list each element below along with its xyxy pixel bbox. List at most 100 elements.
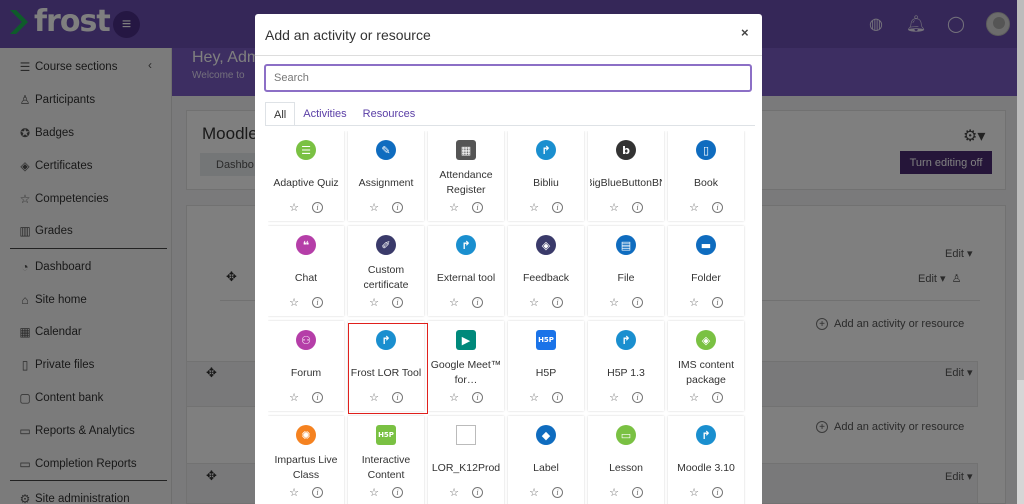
highlighted-tile-outline — [348, 323, 428, 414]
activity-tile[interactable]: ◈ IMS content package ☆ i — [668, 321, 744, 411]
info-icon[interactable]: i — [311, 392, 323, 403]
activity-name-text: LOR_K12Prod — [431, 461, 501, 474]
star-icon[interactable]: ☆ — [609, 296, 619, 309]
activity-tile[interactable]: ↱ External tool ☆ i — [428, 226, 504, 316]
activity-tile[interactable]: LOR_K12Prod ☆ i — [428, 416, 504, 504]
tile-actions: ☆ i — [508, 486, 584, 499]
star-icon[interactable]: ☆ — [449, 391, 459, 404]
info-icon[interactable]: i — [471, 392, 483, 403]
activity-name-text: Lesson — [609, 461, 643, 474]
star-icon[interactable]: ☆ — [289, 486, 299, 499]
activity-tile[interactable]: ☰ Adaptive Quiz ☆ i — [268, 131, 344, 221]
activity-tile[interactable]: ↱ Bibliu ☆ i — [508, 131, 584, 221]
modal-header-divider — [255, 55, 762, 56]
info-icon[interactable]: i — [631, 487, 643, 498]
star-icon[interactable]: ☆ — [689, 201, 699, 214]
activity-tile[interactable]: ✎ Assignment ☆ i — [348, 131, 424, 221]
info-icon[interactable]: i — [311, 297, 323, 308]
tab-activities[interactable]: Activities — [295, 102, 354, 126]
activity-tile[interactable]: b BigBlueButtonBN ☆ i — [588, 131, 664, 221]
tile-actions: ☆ i — [668, 296, 744, 309]
page-scrollbar[interactable] — [1017, 0, 1024, 504]
star-icon[interactable]: ☆ — [529, 486, 539, 499]
activity-name-text: File — [617, 271, 635, 284]
activity-tile[interactable]: ◈ Feedback ☆ i — [508, 226, 584, 316]
star-icon[interactable]: ☆ — [609, 201, 619, 214]
activity-tile[interactable]: ▤ File ☆ i — [588, 226, 664, 316]
external-icon: ↱ — [456, 235, 476, 255]
activity-tile[interactable]: ⚇ Forum ☆ i — [268, 321, 344, 411]
star-icon[interactable]: ☆ — [689, 391, 699, 404]
activity-tile[interactable]: H5P H5P ☆ i — [508, 321, 584, 411]
info-icon[interactable]: i — [711, 202, 723, 213]
scrollbar-thumb[interactable] — [1017, 0, 1024, 380]
star-icon[interactable]: ☆ — [689, 296, 699, 309]
feedback-icon: ◈ — [536, 235, 556, 255]
activity-name-text: Chat — [294, 271, 318, 284]
activity-tile[interactable]: ▬ Folder ☆ i — [668, 226, 744, 316]
activity-tile[interactable]: ▯ Book ☆ i — [668, 131, 744, 221]
activity-tile[interactable]: ▶ Google Meet™ for… ☆ i — [428, 321, 504, 411]
star-icon[interactable]: ☆ — [369, 296, 379, 309]
activity-name: BigBlueButtonBN — [590, 168, 662, 198]
info-icon[interactable]: i — [711, 297, 723, 308]
info-icon[interactable]: i — [311, 202, 323, 213]
info-icon[interactable]: i — [391, 202, 403, 213]
info-icon[interactable]: i — [631, 297, 643, 308]
close-icon[interactable]: × — [741, 25, 749, 40]
activity-tile[interactable]: ❝ Chat ☆ i — [268, 226, 344, 316]
info-icon[interactable]: i — [391, 487, 403, 498]
tile-actions: ☆ i — [428, 296, 504, 309]
info-icon[interactable]: i — [551, 487, 563, 498]
activity-tile[interactable]: ✐ Custom certificate ☆ i — [348, 226, 424, 316]
activity-tile[interactable]: ◆ Label ☆ i — [508, 416, 584, 504]
activity-tile[interactable]: H5P Interactive Content ☆ i — [348, 416, 424, 504]
star-icon[interactable]: ☆ — [289, 296, 299, 309]
list-icon: ☰ — [296, 140, 316, 160]
activity-tile[interactable]: ▦ Attendance Register ☆ i — [428, 131, 504, 221]
activity-tile[interactable]: ↱ Moodle 3.10 ☆ i — [668, 416, 744, 504]
star-icon[interactable]: ☆ — [529, 296, 539, 309]
info-icon[interactable]: i — [631, 392, 643, 403]
star-icon[interactable]: ☆ — [289, 391, 299, 404]
tab-all[interactable]: All — [265, 102, 296, 126]
bigbluebutton-icon: b — [616, 140, 636, 160]
search-input[interactable] — [264, 64, 752, 92]
star-icon[interactable]: ☆ — [449, 486, 459, 499]
activity-name: Book — [670, 168, 742, 198]
activity-tile[interactable]: ↱ H5P 1.3 ☆ i — [588, 321, 664, 411]
activity-name: Adaptive Quiz — [270, 168, 342, 198]
info-icon[interactable]: i — [551, 392, 563, 403]
book-icon: ▯ — [696, 140, 716, 160]
assignment-icon: ✎ — [376, 140, 396, 160]
info-icon[interactable]: i — [711, 487, 723, 498]
info-icon[interactable]: i — [471, 202, 483, 213]
info-icon[interactable]: i — [711, 392, 723, 403]
activity-tile[interactable]: ▭ Lesson ☆ i — [588, 416, 664, 504]
tab-resources[interactable]: Resources — [355, 102, 424, 126]
activity-name-text: IMS content package — [677, 359, 735, 386]
activity-name: Label — [510, 453, 582, 483]
activity-name-text: H5P — [535, 366, 557, 379]
activity-tile[interactable]: ✺ Impartus Live Class ☆ i — [268, 416, 344, 504]
star-icon[interactable]: ☆ — [289, 201, 299, 214]
info-icon[interactable]: i — [631, 202, 643, 213]
info-icon[interactable]: i — [551, 202, 563, 213]
star-icon[interactable]: ☆ — [369, 486, 379, 499]
activity-name: Lesson — [590, 453, 662, 483]
star-icon[interactable]: ☆ — [609, 391, 619, 404]
info-icon[interactable]: i — [551, 297, 563, 308]
tile-actions: ☆ i — [508, 391, 584, 404]
info-icon[interactable]: i — [391, 297, 403, 308]
info-icon[interactable]: i — [311, 487, 323, 498]
info-icon[interactable]: i — [471, 487, 483, 498]
star-icon[interactable]: ☆ — [369, 201, 379, 214]
star-icon[interactable]: ☆ — [609, 486, 619, 499]
star-icon[interactable]: ☆ — [449, 296, 459, 309]
star-icon[interactable]: ☆ — [529, 391, 539, 404]
info-icon[interactable]: i — [471, 297, 483, 308]
star-icon[interactable]: ☆ — [529, 201, 539, 214]
lesson-icon: ▭ — [616, 425, 636, 445]
star-icon[interactable]: ☆ — [689, 486, 699, 499]
star-icon[interactable]: ☆ — [449, 201, 459, 214]
